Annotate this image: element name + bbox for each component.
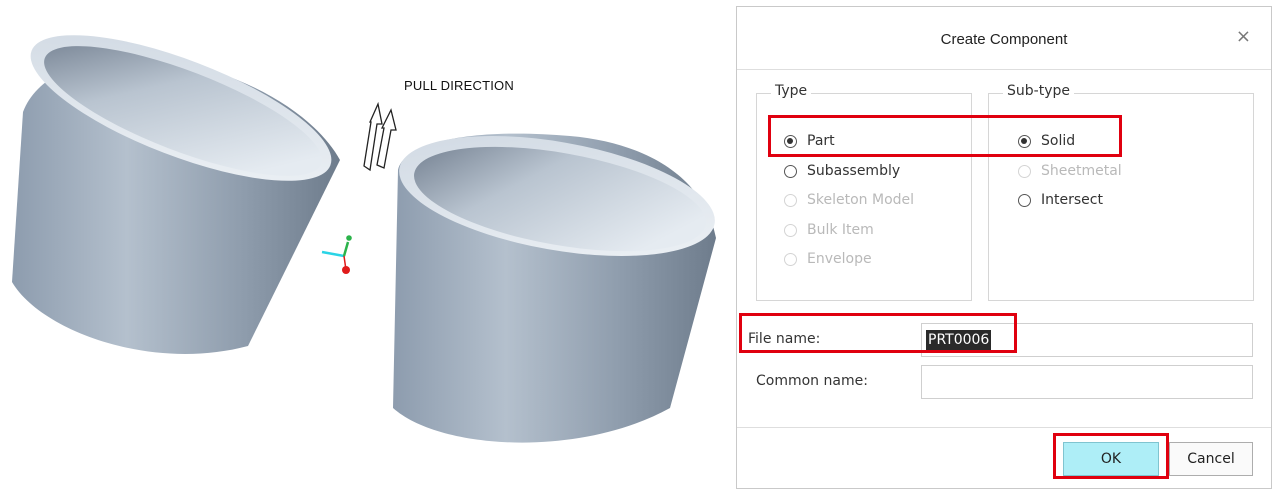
subtype-option-sheetmetal: Sheetmetal [1018,160,1122,182]
file-name-label: File name: [748,331,821,347]
model-viewport[interactable]: PULL DIRECTION [0,0,728,490]
radio-part[interactable] [784,134,797,148]
type-option-label: Skeleton Model [807,192,915,208]
file-name-field[interactable]: PRT0006 [921,323,1253,357]
common-name-label: Common name: [756,373,868,389]
left-part-cup[interactable] [12,6,348,354]
type-option-label: Bulk Item [807,222,874,238]
type-option-label: Envelope [807,251,872,267]
subtype-option-solid[interactable]: Solid [1018,130,1075,152]
type-option-label: Subassembly [807,163,901,179]
dialog-title-bar[interactable]: Create Component × [737,7,1271,70]
footer-divider [737,427,1271,428]
right-part-cup[interactable] [390,115,724,443]
subtype-option-label: Sheetmetal [1041,163,1122,179]
close-icon[interactable]: × [1236,26,1251,47]
type-option-part[interactable]: Part [784,130,835,152]
type-option-envelope: Envelope [784,248,872,270]
radio-subassembly[interactable] [784,164,797,178]
coordinate-system-icon [321,235,352,274]
radio-skeleton-model [784,193,797,207]
subtype-option-label: Intersect [1041,192,1103,208]
viewport-canvas [12,6,724,443]
pull-direction-label: PULL DIRECTION [404,78,514,93]
subtype-option-intersect[interactable]: Intersect [1018,189,1103,211]
type-option-bulk-item: Bulk Item [784,219,874,241]
pull-direction-arrow-icon [363,101,397,172]
type-option-skeleton-model: Skeleton Model [784,189,914,211]
subtype-option-label: Solid [1041,133,1076,149]
type-option-label: Part [807,133,835,149]
type-group-legend: Type [771,83,812,99]
radio-sheetmetal [1018,164,1031,178]
subtype-group-legend: Sub-type [1003,83,1074,99]
common-name-field[interactable] [921,365,1253,399]
radio-solid[interactable] [1018,134,1031,148]
radio-intersect[interactable] [1018,193,1031,207]
radio-envelope [784,252,797,266]
create-component-dialog: Create Component × Type Part Subassembly… [736,6,1272,489]
common-name-input[interactable] [922,366,1252,398]
file-name-selected-text: PRT0006 [926,330,992,350]
radio-bulk-item [784,223,797,237]
cancel-button[interactable]: Cancel [1169,442,1253,476]
dialog-title: Create Component [940,31,1068,48]
type-option-subassembly[interactable]: Subassembly [784,160,900,182]
ok-button[interactable]: OK [1063,442,1159,476]
